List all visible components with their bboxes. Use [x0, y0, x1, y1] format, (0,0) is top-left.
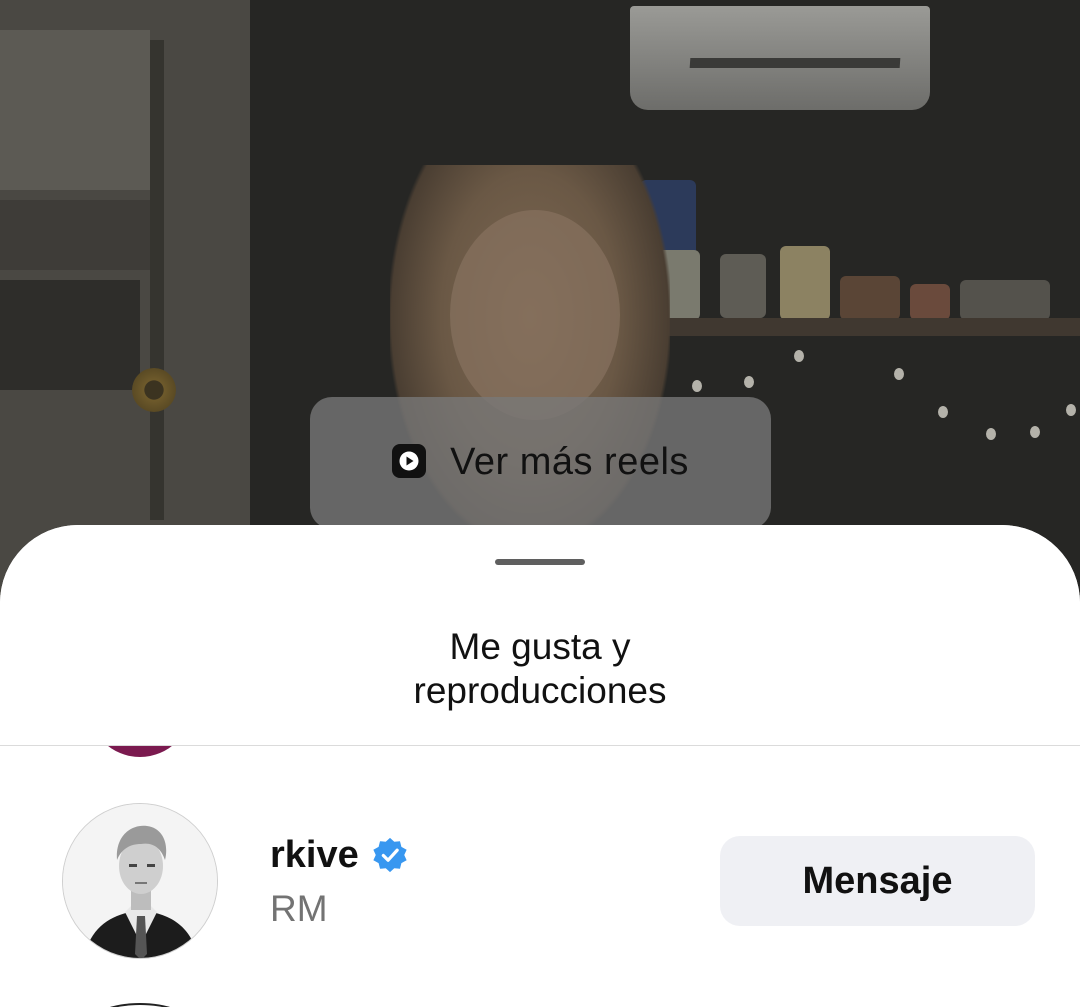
- sheet-title: Me gusta y reproducciones: [0, 625, 1080, 713]
- see-more-reels-label: Ver más reels: [450, 441, 689, 483]
- sheet-header: Me gusta y reproducciones: [0, 525, 1080, 745]
- verified-badge-icon: [373, 837, 407, 873]
- reels-icon: [392, 444, 427, 478]
- sheet-title-line-2: reproducciones: [413, 670, 667, 711]
- video-door-panel: [0, 200, 150, 270]
- video-fairy-light: [938, 406, 948, 418]
- username[interactable]: rkive: [270, 833, 359, 877]
- video-fairy-light: [986, 428, 996, 440]
- avatar[interactable]: [62, 803, 218, 959]
- video-fairy-light: [794, 350, 804, 362]
- video-shelf: [650, 318, 1080, 336]
- video-fairy-light: [692, 380, 702, 392]
- username-line[interactable]: rkive: [270, 833, 409, 877]
- video-person-face: [450, 210, 620, 420]
- user-row[interactable]: rkive RM Mensaje: [0, 803, 1080, 959]
- video-air-conditioner-vent: [689, 58, 901, 68]
- video-fairy-light: [1030, 426, 1040, 438]
- video-door-panel: [0, 30, 150, 190]
- video-door-edge: [150, 40, 164, 520]
- avatar-portrait: [63, 804, 217, 958]
- user-full-name: RM: [270, 888, 328, 929]
- video-fairy-light: [744, 376, 754, 388]
- video-sunflower: [132, 368, 176, 412]
- next-user-avatar[interactable]: [90, 1003, 190, 1007]
- video-fairy-light: [894, 368, 904, 380]
- sheet-header-divider: [0, 745, 1080, 746]
- video-fairy-light: [1066, 404, 1076, 416]
- sheet-title-line-1: Me gusta y: [449, 626, 631, 667]
- likes-and-plays-sheet: Me gusta y reproducciones rkive RM Mensa…: [0, 525, 1080, 1007]
- video-door-panel: [0, 280, 140, 390]
- sheet-drag-handle[interactable]: [495, 559, 585, 565]
- see-more-reels-button[interactable]: Ver más reels: [310, 397, 771, 529]
- message-button[interactable]: Mensaje: [720, 836, 1035, 926]
- video-shelf-items: [640, 180, 1060, 320]
